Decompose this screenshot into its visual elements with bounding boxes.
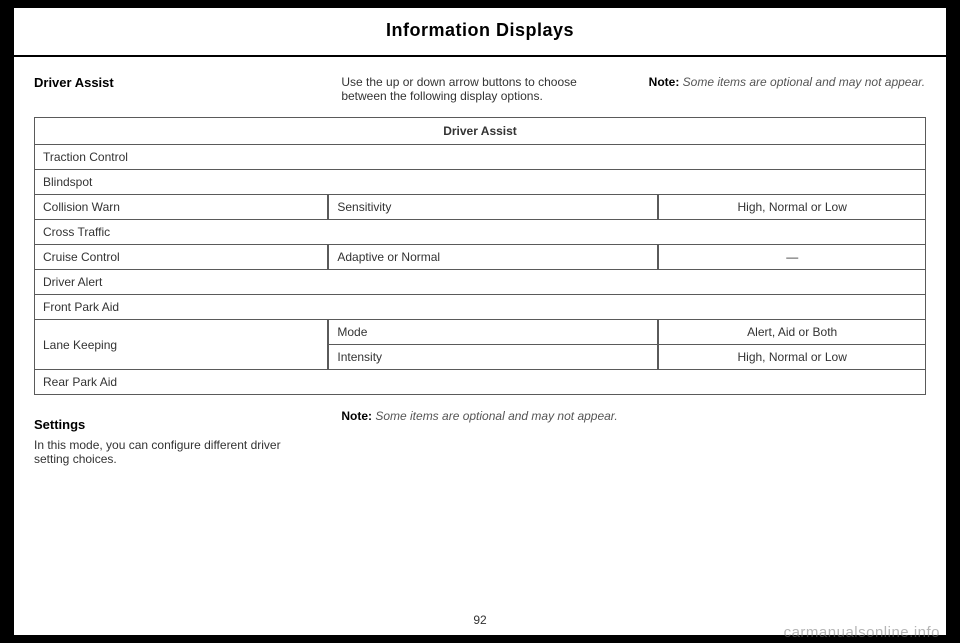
col-note: Note: Some items are optional and may no… (649, 75, 926, 103)
col-bottom-note: Note: Some items are optional and may no… (341, 409, 618, 466)
cell-collision-warn: Collision Warn (34, 195, 328, 220)
col-empty (649, 409, 926, 466)
table-row: Blindspot (34, 170, 926, 195)
cell-front-park-aid: Front Park Aid (34, 295, 926, 320)
col-settings: Settings In this mode, you can configure… (34, 409, 311, 466)
cell-cruise-control-val: — (658, 245, 926, 270)
note-label-bottom: Note: (341, 409, 372, 423)
driver-assist-heading: Driver Assist (34, 75, 114, 90)
table-row: Cross Traffic (34, 220, 926, 245)
table-row: Traction Control (34, 145, 926, 170)
intro-columns: Driver Assist Use the up or down arrow b… (34, 75, 926, 103)
instruction-text: Use the up or down arrow buttons to choo… (341, 75, 576, 103)
table-row: Cruise Control Adaptive or Normal — (34, 245, 926, 270)
cell-driver-alert: Driver Alert (34, 270, 926, 295)
table-row: Rear Park Aid (34, 370, 926, 395)
col-instruction: Use the up or down arrow buttons to choo… (341, 75, 618, 103)
settings-text: In this mode, you can configure differen… (34, 438, 311, 466)
cell-cruise-control: Cruise Control (34, 245, 328, 270)
cell-collision-warn-val: High, Normal or Low (658, 195, 926, 220)
watermark: carmanualsonline.info (784, 624, 940, 641)
cell-lane-keeping-mode-val: Alert, Aid or Both (658, 320, 926, 345)
table-row: Collision Warn Sensitivity High, Normal … (34, 195, 926, 220)
table-row: Driver Alert (34, 270, 926, 295)
cell-cross-traffic: Cross Traffic (34, 220, 926, 245)
cell-rear-park-aid: Rear Park Aid (34, 370, 926, 395)
page-content: Driver Assist Use the up or down arrow b… (14, 57, 946, 476)
driver-assist-table: Driver Assist Traction Control Blindspot… (34, 117, 926, 395)
cell-blindspot: Blindspot (34, 170, 926, 195)
cell-cruise-control-param: Adaptive or Normal (328, 245, 658, 270)
note-label: Note: (649, 75, 680, 89)
cell-collision-warn-param: Sensitivity (328, 195, 658, 220)
table-row: Front Park Aid (34, 295, 926, 320)
cell-lane-keeping-mode: Mode (328, 320, 658, 345)
col-section-head: Driver Assist (34, 75, 311, 103)
note-text-bottom: Some items are optional and may not appe… (372, 409, 618, 423)
below-columns: Settings In this mode, you can configure… (34, 409, 926, 466)
settings-heading: Settings (34, 417, 311, 432)
note-text: Some items are optional and may not appe… (679, 75, 925, 89)
cell-lane-keeping-intensity-val: High, Normal or Low (658, 345, 926, 370)
cell-lane-keeping-intensity: Intensity (328, 345, 658, 370)
table-header: Driver Assist (34, 117, 926, 145)
table-row: Lane Keeping Mode Alert, Aid or Both (34, 320, 926, 345)
cell-lane-keeping: Lane Keeping (34, 320, 328, 370)
table-header-row: Driver Assist (34, 117, 926, 145)
cell-traction: Traction Control (34, 145, 926, 170)
page-title: Information Displays (14, 8, 946, 57)
